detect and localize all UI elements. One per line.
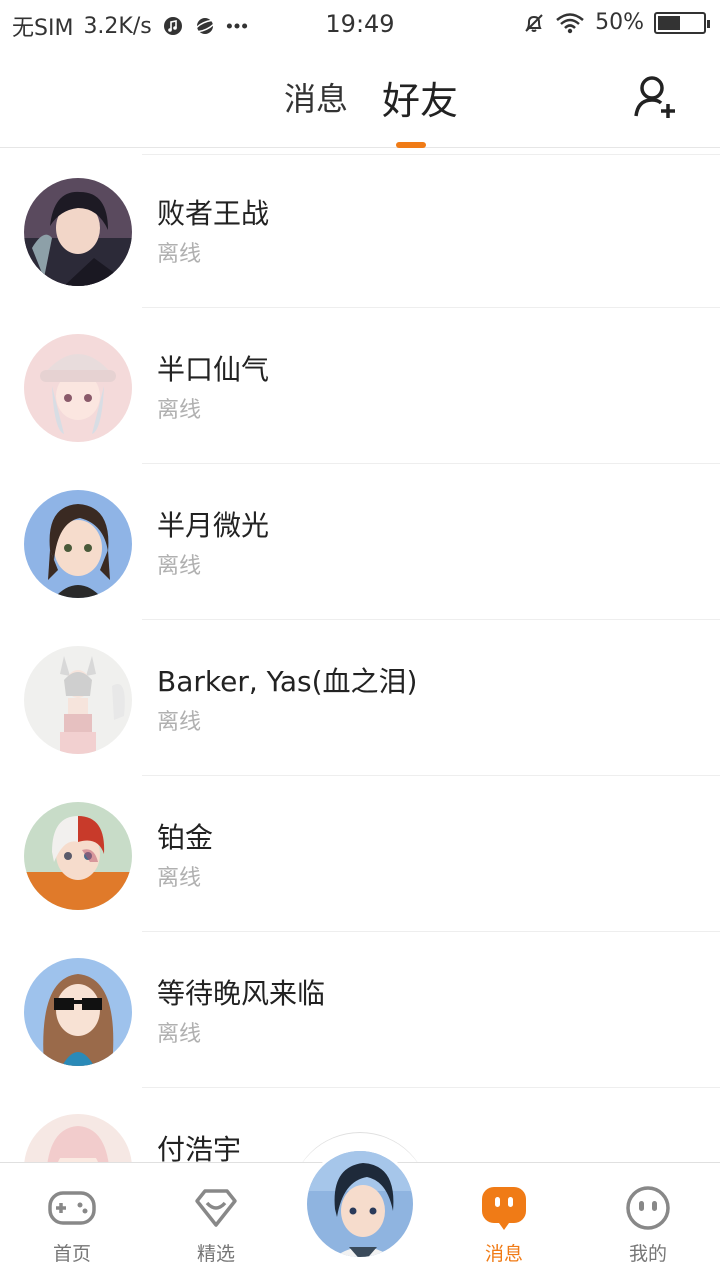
face-icon	[626, 1186, 670, 1230]
friend-status: 离线	[157, 710, 202, 735]
friend-status: 离线	[157, 866, 202, 891]
avatar[interactable]	[24, 178, 132, 286]
nav-label: 我的	[628, 1243, 667, 1265]
wifi-icon	[555, 12, 585, 34]
status-bar: 无SIM 3.2K/s 19:49 50%	[0, 0, 720, 48]
friend-item[interactable]: 铂金 离线	[0, 776, 720, 932]
nav-label: 精选	[196, 1243, 235, 1265]
nav-label: 首页	[52, 1243, 91, 1265]
friend-item[interactable]: 半月微光 离线	[0, 464, 720, 620]
friend-item[interactable]: Barker, Yas(血之泪) 离线	[0, 620, 720, 776]
add-user-icon[interactable]	[632, 74, 680, 122]
friend-status: 离线	[157, 398, 202, 423]
mute-icon	[523, 12, 545, 34]
friend-list: 败者王战 离线 半口仙气 离线 半月微光 离线 Barker, Yas(血之泪)…	[0, 152, 720, 1244]
tab-messages[interactable]: 消息	[284, 74, 348, 120]
friend-item[interactable]: 败者王战 离线	[0, 152, 720, 308]
heart-icon	[195, 1189, 237, 1227]
friend-name: 等待晚风来临	[157, 977, 326, 1010]
battery-percent: 50%	[595, 10, 644, 35]
friend-status: 离线	[157, 242, 202, 267]
nav-label: 消息	[484, 1243, 523, 1265]
tab-friends[interactable]: 好友	[382, 70, 458, 125]
avatar[interactable]	[24, 958, 132, 1066]
friend-name: Barker, Yas(血之泪)	[157, 665, 418, 698]
friend-status: 离线	[157, 554, 202, 579]
nav-home[interactable]: 首页	[22, 1183, 122, 1266]
avatar[interactable]	[24, 802, 132, 910]
battery-fill	[658, 15, 680, 30]
center-avatar-button[interactable]	[304, 1148, 416, 1260]
friend-item[interactable]: 等待晚风来临 离线	[0, 932, 720, 1088]
active-tab-indicator	[396, 142, 426, 148]
friend-name: 败者王战	[157, 197, 270, 230]
avatar[interactable]	[24, 490, 132, 598]
avatar[interactable]	[24, 646, 132, 754]
friend-name: 半月微光	[157, 509, 270, 542]
nav-me[interactable]: 我的	[598, 1183, 698, 1266]
friend-name: 铂金	[157, 821, 214, 854]
nav-messages[interactable]: 消息	[454, 1183, 554, 1266]
status-right: 50%	[523, 10, 710, 35]
battery-icon	[654, 11, 710, 34]
friend-status: 离线	[157, 1022, 202, 1047]
friend-name: 半口仙气	[157, 353, 270, 386]
chat-icon	[482, 1187, 526, 1230]
friend-item[interactable]: 半口仙气 离线	[0, 308, 720, 464]
avatar[interactable]	[24, 334, 132, 442]
gamepad-icon	[48, 1191, 96, 1225]
nav-picks[interactable]: 精选	[166, 1183, 266, 1266]
header: 消息 好友	[0, 48, 720, 148]
